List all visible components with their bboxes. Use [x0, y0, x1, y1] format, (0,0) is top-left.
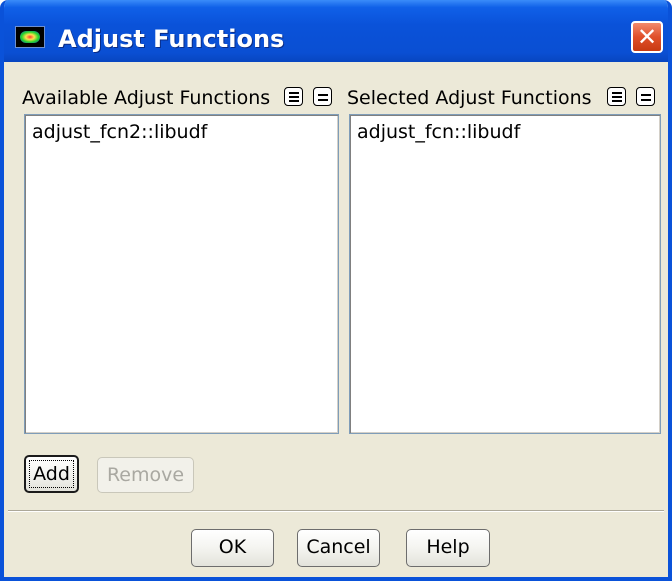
help-button[interactable]: Help: [406, 529, 490, 567]
app-icon: [15, 26, 45, 48]
cancel-button[interactable]: Cancel: [297, 529, 380, 567]
adjust-functions-dialog: Adjust Functions ✕ Available Adjust Func…: [0, 0, 672, 581]
list-item[interactable]: adjust_fcn::libudf: [357, 120, 520, 144]
deselect-all-icon[interactable]: [313, 87, 332, 106]
select-all-icon[interactable]: [607, 87, 626, 106]
list-item[interactable]: adjust_fcn2::libudf: [32, 120, 207, 144]
ok-button-label: OK: [218, 536, 247, 558]
ok-button[interactable]: OK: [191, 529, 274, 567]
available-functions-list[interactable]: adjust_fcn2::libudf: [24, 114, 339, 434]
remove-button-label: Remove: [106, 464, 185, 486]
help-button-label: Help: [426, 536, 470, 558]
remove-button[interactable]: Remove: [97, 457, 194, 493]
window-title: Adjust Functions: [58, 25, 285, 53]
close-icon: ✕: [636, 23, 658, 51]
close-button[interactable]: ✕: [631, 21, 663, 53]
selected-functions-label: Selected Adjust Functions: [347, 87, 592, 109]
deselect-all-icon[interactable]: [636, 87, 655, 106]
add-button-label: Add: [33, 463, 70, 485]
footer-separator: [8, 510, 664, 512]
cancel-button-label: Cancel: [306, 536, 371, 558]
add-button[interactable]: Add: [24, 455, 79, 493]
title-bar[interactable]: Adjust Functions ✕: [4, 0, 668, 62]
select-all-icon[interactable]: [284, 87, 303, 106]
available-functions-label: Available Adjust Functions: [22, 87, 271, 109]
selected-functions-list[interactable]: adjust_fcn::libudf: [349, 114, 661, 434]
